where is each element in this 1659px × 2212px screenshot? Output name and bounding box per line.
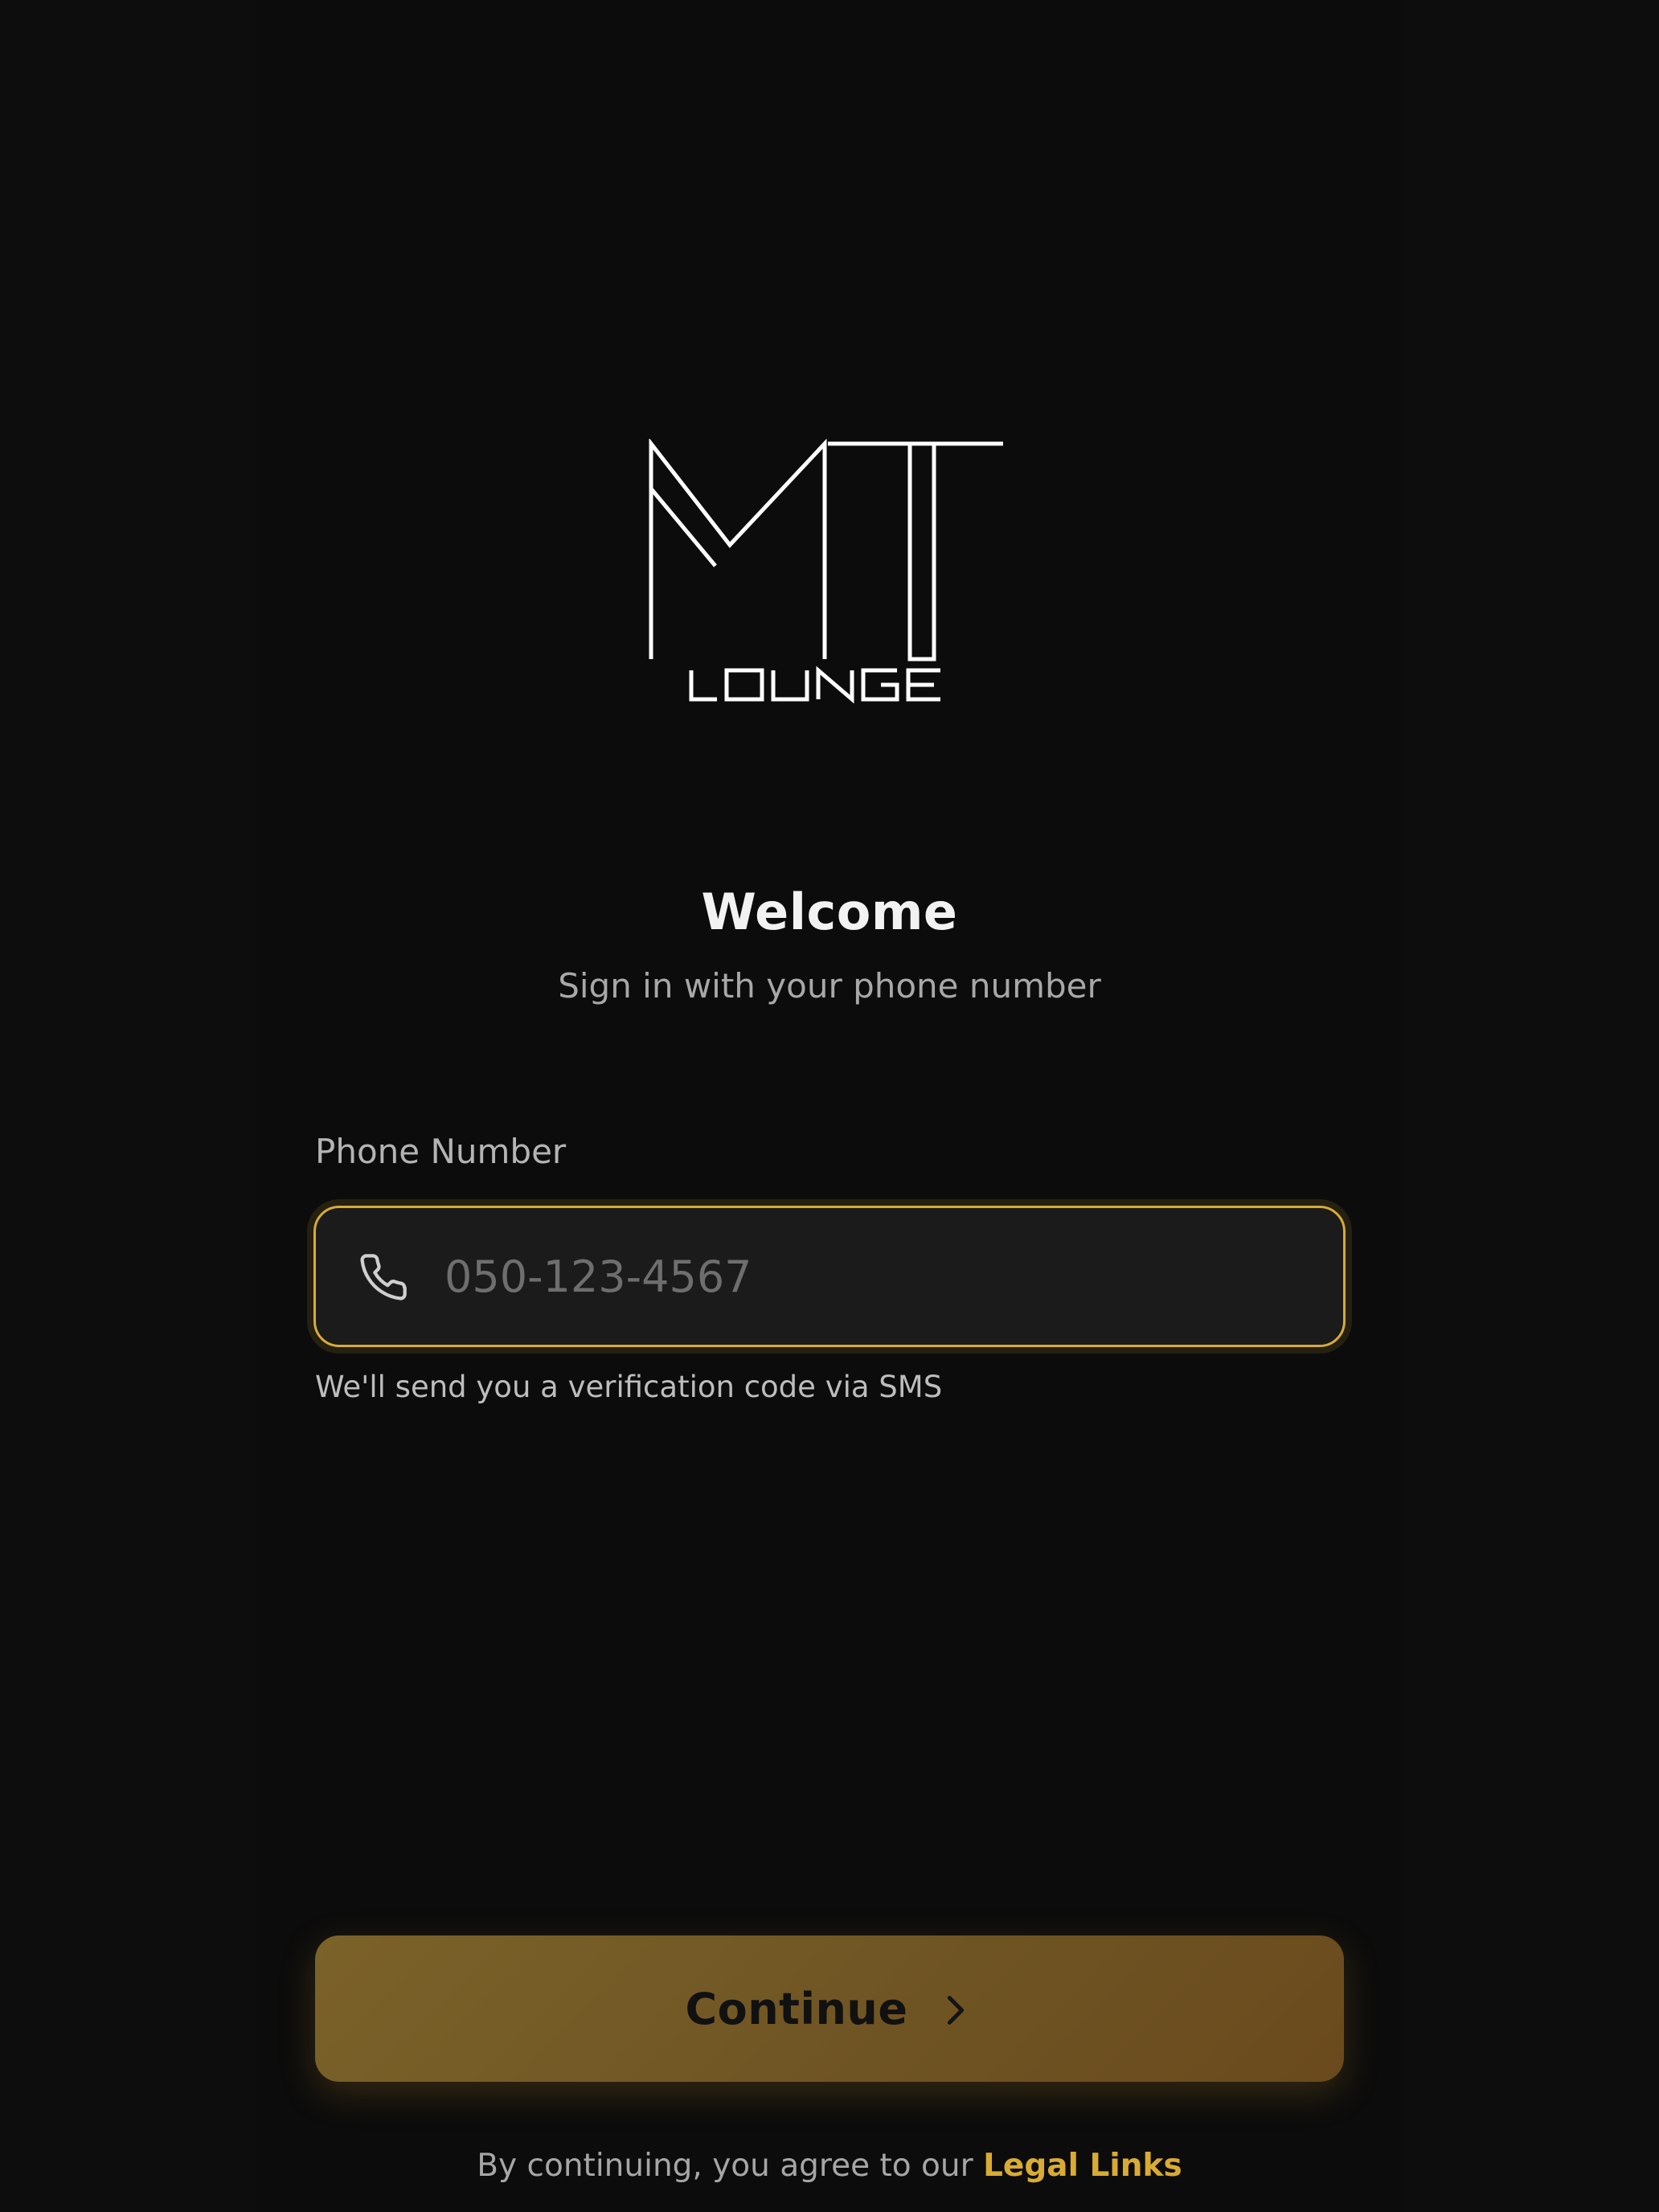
chevron-right-icon <box>947 1996 964 2025</box>
phone-input[interactable] <box>444 1208 1313 1345</box>
legal-notice: By continuing, you agree to our Legal Li… <box>0 2148 1659 2184</box>
phone-field-label: Phone Number <box>315 1132 567 1171</box>
legal-prefix: By continuing, you agree to our <box>477 2148 973 2184</box>
legal-links-link[interactable]: Legal Links <box>983 2148 1182 2184</box>
phone-field[interactable] <box>313 1206 1346 1347</box>
phone-icon <box>360 1254 407 1301</box>
page-subtitle: Sign in with your phone number <box>558 966 1101 1006</box>
continue-button[interactable]: Continue <box>315 1936 1344 2082</box>
page-title: Welcome <box>701 883 958 941</box>
sign-in-screen: Welcome Sign in with your phone number P… <box>0 0 1659 2212</box>
mt-lounge-logo <box>649 439 1003 704</box>
content-panel <box>256 0 1403 2212</box>
sms-helper-text: We'll send you a verification code via S… <box>315 1370 943 1404</box>
continue-label: Continue <box>685 1983 908 2034</box>
